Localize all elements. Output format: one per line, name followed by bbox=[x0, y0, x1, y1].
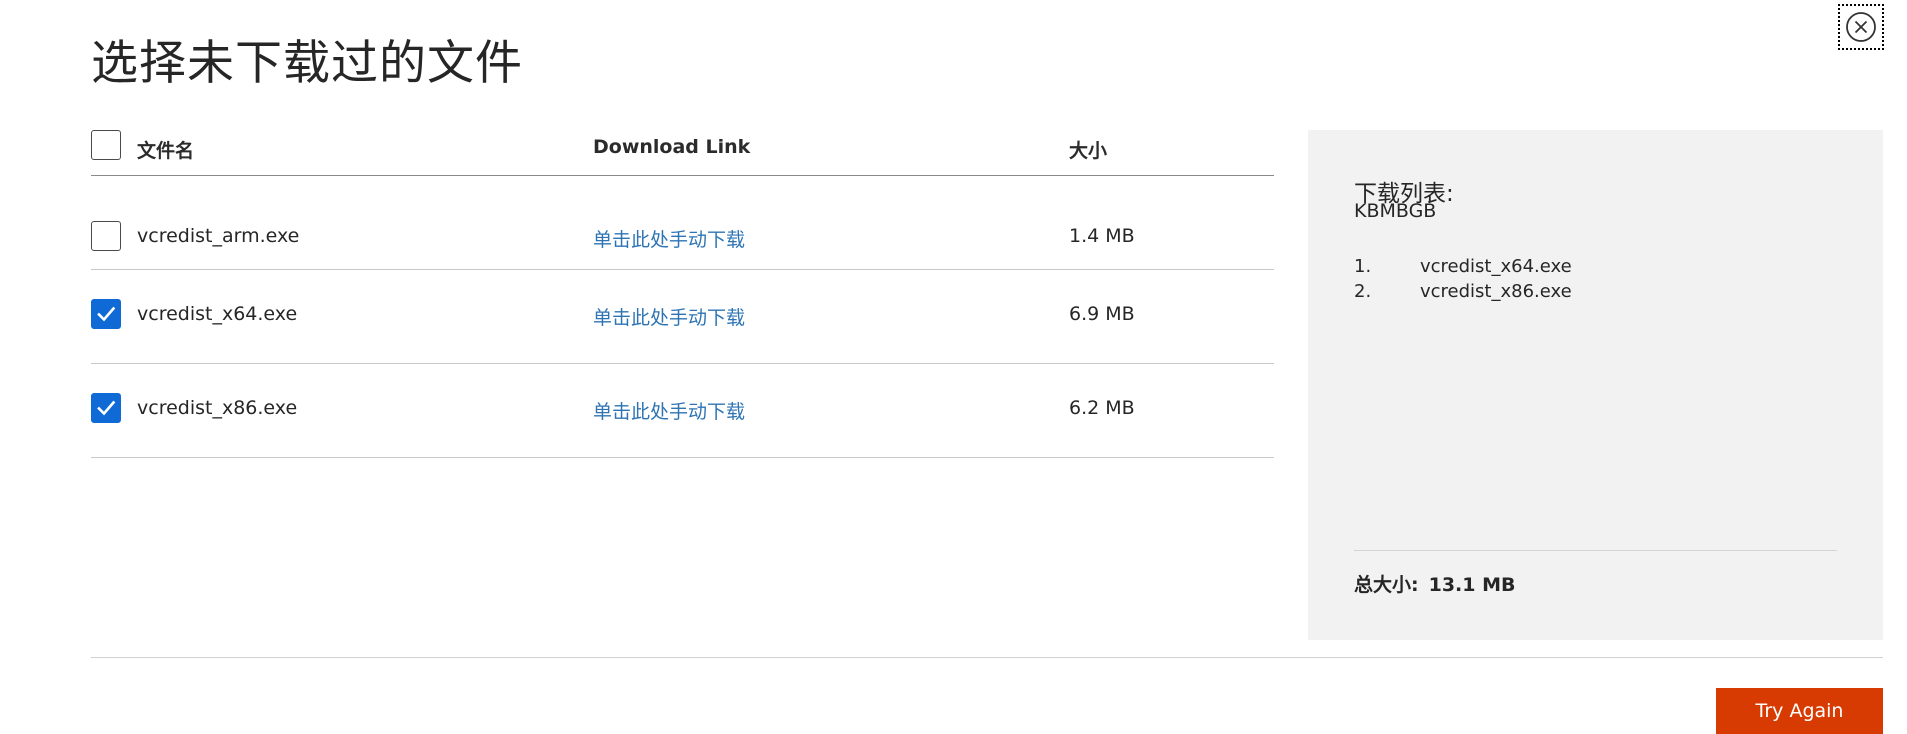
total-size-value: 13.1 MB bbox=[1428, 574, 1516, 596]
header-size: 大小 bbox=[1069, 140, 1108, 162]
file-name: vcredist_x86.exe bbox=[137, 397, 298, 419]
table-header: 文件名 Download Link 大小 bbox=[91, 124, 1274, 176]
footer-divider bbox=[91, 657, 1883, 658]
file-size: 6.9 MB bbox=[1069, 303, 1135, 325]
file-name: vcredist_x64.exe bbox=[137, 303, 298, 325]
checkmark-icon bbox=[97, 306, 116, 322]
total-size-label: 总大小: bbox=[1354, 574, 1419, 596]
row-checkbox[interactable] bbox=[91, 393, 121, 423]
row-checkbox[interactable] bbox=[91, 221, 121, 251]
row-checkbox[interactable] bbox=[91, 299, 121, 329]
list-item-number: 1. bbox=[1354, 256, 1372, 277]
download-list: 1. vcredist_x64.exe 2. vcredist_x86.exe bbox=[1354, 254, 1572, 304]
select-all-checkbox[interactable] bbox=[91, 130, 121, 160]
list-item: 1. vcredist_x64.exe bbox=[1354, 254, 1572, 279]
list-item-number: 2. bbox=[1354, 281, 1372, 302]
kb-code: KBMBGB bbox=[1354, 200, 1437, 222]
total-size: 总大小: 13.1 MB bbox=[1354, 570, 1516, 597]
panel-divider bbox=[1354, 550, 1837, 551]
file-table: 文件名 Download Link 大小 vcredist_arm.exe 单击… bbox=[91, 124, 1274, 458]
header-file-name: 文件名 bbox=[137, 140, 195, 162]
manual-download-link[interactable]: 单击此处手动下载 bbox=[593, 397, 745, 424]
header-download-link: Download Link bbox=[593, 136, 751, 158]
list-item-name: vcredist_x86.exe bbox=[1420, 281, 1572, 302]
file-size: 1.4 MB bbox=[1069, 225, 1135, 247]
manual-download-link[interactable]: 单击此处手动下载 bbox=[593, 225, 745, 252]
table-row: vcredist_x64.exe 单击此处手动下载 6.9 MB bbox=[91, 270, 1274, 364]
close-circle-icon bbox=[1846, 12, 1876, 42]
table-row: vcredist_arm.exe 单击此处手动下载 1.4 MB bbox=[91, 176, 1274, 270]
file-name: vcredist_arm.exe bbox=[137, 225, 300, 247]
checkmark-icon bbox=[97, 400, 116, 416]
list-item-name: vcredist_x64.exe bbox=[1420, 256, 1572, 277]
file-size: 6.2 MB bbox=[1069, 397, 1135, 419]
manual-download-link[interactable]: 单击此处手动下载 bbox=[593, 303, 745, 330]
list-item: 2. vcredist_x86.exe bbox=[1354, 279, 1572, 304]
dialog-title: 选择未下载过的文件 bbox=[91, 36, 523, 91]
download-dialog: 选择未下载过的文件 文件名 Download Link 大小 vcredist_… bbox=[0, 0, 1907, 734]
download-list-panel: 下载列表: KBMBGB 1. vcredist_x64.exe 2. vcre… bbox=[1308, 130, 1883, 640]
close-button[interactable] bbox=[1838, 4, 1884, 50]
table-row: vcredist_x86.exe 单击此处手动下载 6.2 MB bbox=[91, 364, 1274, 458]
try-again-button[interactable]: Try Again bbox=[1716, 688, 1883, 734]
